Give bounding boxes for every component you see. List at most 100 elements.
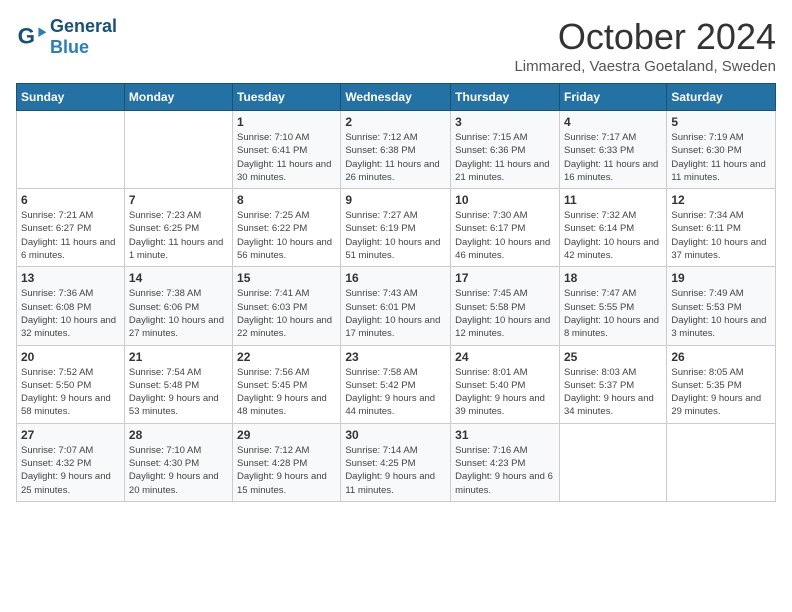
calendar-cell: 23Sunrise: 7:58 AM Sunset: 5:42 PM Dayli… [341,345,451,423]
calendar-cell: 18 Sunrise: 7:47 AM Sunset: 5:55 PM Dayli… [559,267,666,345]
day-detail: Sunrise: 8:05 AM Sunset: 5:35 PM Dayligh… [671,366,771,419]
day-number: 2 [345,115,446,129]
day-number: 31 [455,428,555,442]
day-number: 7 [129,193,228,207]
calendar-cell: 4 Sunrise: 7:17 AM Sunset: 6:33 PM Daylig… [559,111,666,189]
day-detail: Sunrise: 7:21 AM Sunset: 6:27 PM Dayligh… [21,209,120,262]
title-block: October 2024 Limmared, Vaestra Goetaland… [514,16,776,75]
day-number: 3 [455,115,555,129]
weekday-header-saturday: Saturday [667,84,776,111]
calendar-cell: 2 Sunrise: 7:12 AM Sunset: 6:38 PM Daylig… [341,111,451,189]
day-number: 16 [345,271,446,285]
day-detail: Sunrise: 8:03 AM Sunset: 5:37 PM Dayligh… [564,366,662,419]
calendar-cell: 11Sunrise: 7:32 AM Sunset: 6:14 PM Dayli… [559,189,666,267]
calendar-cell: 5Sunrise: 7:19 AM Sunset: 6:30 PM Daylig… [667,111,776,189]
day-number: 22 [237,350,336,364]
calendar-week-row: 27 Sunrise: 7:07 AM Sunset: 4:32 PM Dayli… [17,423,776,501]
day-number: 8 [237,193,336,207]
calendar-cell: 16Sunrise: 7:43 AM Sunset: 6:01 PM Dayli… [341,267,451,345]
day-number: 29 [237,428,336,442]
day-number: 6 [21,193,120,207]
day-number: 30 [345,428,446,442]
weekday-header-sunday: Sunday [17,84,125,111]
day-number: 12 [671,193,771,207]
day-detail: Sunrise: 7:47 AM Sunset: 5:55 PM Dayligh… [564,287,662,340]
day-detail: Sunrise: 7:23 AM Sunset: 6:25 PM Dayligh… [129,209,228,262]
day-number: 21 [129,350,228,364]
calendar-cell: 27 Sunrise: 7:07 AM Sunset: 4:32 PM Dayli… [17,423,125,501]
calendar-cell [124,111,232,189]
calendar-cell: 3Sunrise: 7:15 AM Sunset: 6:36 PM Daylig… [451,111,560,189]
page-header: G General Blue October 2024 Limmared, Va… [16,16,776,75]
weekday-header-row: SundayMondayTuesdayWednesdayThursdayFrid… [17,84,776,111]
logo-blue-text: Blue [50,37,89,57]
day-number: 4 [564,115,662,129]
day-number: 15 [237,271,336,285]
calendar-cell: 13 Sunrise: 7:36 AM Sunset: 6:08 PM Dayli… [17,267,125,345]
day-number: 26 [671,350,771,364]
weekday-header-friday: Friday [559,84,666,111]
day-detail: Sunrise: 8:01 AM Sunset: 5:40 PM Dayligh… [455,366,555,419]
day-number: 9 [345,193,446,207]
day-detail: Sunrise: 7:07 AM Sunset: 4:32 PM Dayligh… [21,444,120,497]
day-number: 1 [237,115,336,129]
day-detail: Sunrise: 7:58 AM Sunset: 5:42 PM Dayligh… [345,366,446,419]
calendar-cell: 19Sunrise: 7:49 AM Sunset: 5:53 PM Dayli… [667,267,776,345]
day-detail: Sunrise: 7:27 AM Sunset: 6:19 PM Dayligh… [345,209,446,262]
day-number: 20 [21,350,120,364]
calendar-week-row: 20 Sunrise: 7:52 AM Sunset: 5:50 PM Dayli… [17,345,776,423]
day-number: 5 [671,115,771,129]
day-detail: Sunrise: 7:38 AM Sunset: 6:06 PM Dayligh… [129,287,228,340]
calendar-cell: 14 Sunrise: 7:38 AM Sunset: 6:06 PM Dayli… [124,267,232,345]
weekday-header-tuesday: Tuesday [233,84,341,111]
weekday-header-thursday: Thursday [451,84,560,111]
calendar-week-row: 6 Sunrise: 7:21 AM Sunset: 6:27 PM Daylig… [17,189,776,267]
logo: G General Blue [16,16,117,58]
day-detail: Sunrise: 7:10 AM Sunset: 6:41 PM Dayligh… [237,131,336,184]
day-detail: Sunrise: 7:10 AM Sunset: 4:30 PM Dayligh… [129,444,228,497]
calendar-cell: 30 Sunrise: 7:14 AM Sunset: 4:25 PM Dayli… [341,423,451,501]
calendar-cell: 17 Sunrise: 7:45 AM Sunset: 5:58 PM Dayli… [451,267,560,345]
day-detail: Sunrise: 7:30 AM Sunset: 6:17 PM Dayligh… [455,209,555,262]
day-number: 24 [455,350,555,364]
day-detail: Sunrise: 7:36 AM Sunset: 6:08 PM Dayligh… [21,287,120,340]
calendar-cell [559,423,666,501]
day-number: 13 [21,271,120,285]
day-number: 10 [455,193,555,207]
calendar-cell: 15 Sunrise: 7:41 AM Sunset: 6:03 PM Dayli… [233,267,341,345]
month-title: October 2024 [514,16,776,58]
day-number: 11 [564,193,662,207]
day-detail: Sunrise: 7:52 AM Sunset: 5:50 PM Dayligh… [21,366,120,419]
calendar-cell: 29 Sunrise: 7:12 AM Sunset: 4:28 PM Dayli… [233,423,341,501]
day-detail: Sunrise: 7:34 AM Sunset: 6:11 PM Dayligh… [671,209,771,262]
day-number: 18 [564,271,662,285]
calendar-cell: 12 Sunrise: 7:34 AM Sunset: 6:11 PM Dayli… [667,189,776,267]
calendar-cell: 10 Sunrise: 7:30 AM Sunset: 6:17 PM Dayli… [451,189,560,267]
calendar-week-row: 1 Sunrise: 7:10 AM Sunset: 6:41 PM Daylig… [17,111,776,189]
day-detail: Sunrise: 7:41 AM Sunset: 6:03 PM Dayligh… [237,287,336,340]
calendar-cell: 22Sunrise: 7:56 AM Sunset: 5:45 PM Dayli… [233,345,341,423]
calendar-table: SundayMondayTuesdayWednesdayThursdayFrid… [16,83,776,502]
calendar-cell [17,111,125,189]
day-detail: Sunrise: 7:14 AM Sunset: 4:25 PM Dayligh… [345,444,446,497]
calendar-cell: 21 Sunrise: 7:54 AM Sunset: 5:48 PM Dayli… [124,345,232,423]
weekday-header-monday: Monday [124,84,232,111]
calendar-cell: 7 Sunrise: 7:23 AM Sunset: 6:25 PM Daylig… [124,189,232,267]
calendar-cell: 8Sunrise: 7:25 AM Sunset: 6:22 PM Daylig… [233,189,341,267]
calendar-cell: 6 Sunrise: 7:21 AM Sunset: 6:27 PM Daylig… [17,189,125,267]
calendar-cell: 1 Sunrise: 7:10 AM Sunset: 6:41 PM Daylig… [233,111,341,189]
day-detail: Sunrise: 7:17 AM Sunset: 6:33 PM Dayligh… [564,131,662,184]
day-number: 14 [129,271,228,285]
day-number: 27 [21,428,120,442]
day-detail: Sunrise: 7:12 AM Sunset: 4:28 PM Dayligh… [237,444,336,497]
day-number: 25 [564,350,662,364]
calendar-cell: 28Sunrise: 7:10 AM Sunset: 4:30 PM Dayli… [124,423,232,501]
day-detail: Sunrise: 7:54 AM Sunset: 5:48 PM Dayligh… [129,366,228,419]
weekday-header-wednesday: Wednesday [341,84,451,111]
day-detail: Sunrise: 7:45 AM Sunset: 5:58 PM Dayligh… [455,287,555,340]
day-number: 17 [455,271,555,285]
calendar-cell [667,423,776,501]
location-title: Limmared, Vaestra Goetaland, Sweden [514,58,776,75]
logo-icon: G [16,21,48,53]
day-detail: Sunrise: 7:12 AM Sunset: 6:38 PM Dayligh… [345,131,446,184]
